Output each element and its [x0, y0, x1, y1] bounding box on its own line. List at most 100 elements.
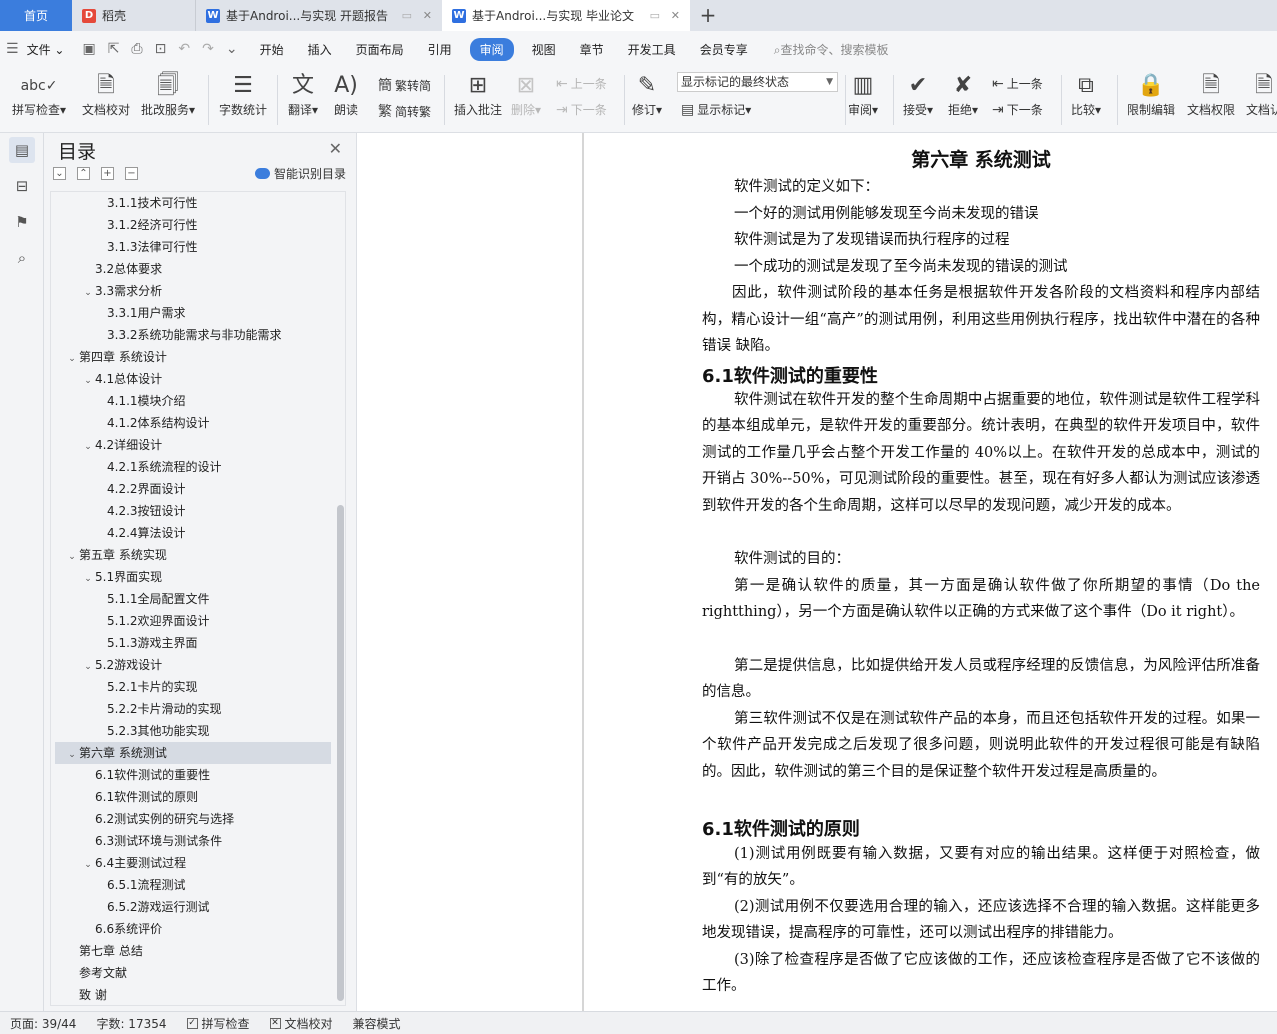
toc-item[interactable]: ⌄ 4.2详细设计	[55, 434, 331, 456]
toc-item[interactable]: ⌄ 3.3需求分析	[55, 280, 331, 302]
toc-item[interactable]: 5.2.3其他功能实现	[55, 720, 331, 742]
menu-layout[interactable]: 页面布局	[344, 41, 416, 58]
bookmark-icon[interactable]: ⚑	[9, 209, 35, 235]
toc-item[interactable]: 4.1.1模块介绍	[55, 390, 331, 412]
toc-item[interactable]: 第七章 总结	[55, 940, 331, 962]
document-cert-button[interactable]: 🗎 文档认	[1246, 71, 1277, 118]
close-icon[interactable]: ✕	[423, 9, 432, 22]
word-count-button[interactable]: ☰ 字数统计	[219, 71, 267, 118]
toc-item[interactable]: ⌄ 第五章 系统实现	[55, 544, 331, 566]
delete-comment-button[interactable]: ⊠ 删除▾	[511, 71, 541, 118]
menu-member[interactable]: 会员专享	[688, 41, 760, 58]
reject-button[interactable]: ✘ 拒绝▾	[948, 71, 978, 118]
menu-insert[interactable]: 插入	[296, 41, 344, 58]
chevron-down-icon[interactable]: ⌄	[65, 546, 79, 568]
toc-item[interactable]: ⌄ 6.4主要测试过程	[55, 852, 331, 874]
prev-change-button[interactable]: ⇤ 上一条	[992, 75, 1043, 92]
accept-button[interactable]: ✔ 接受▾	[903, 71, 933, 118]
menu-view[interactable]: 视图	[520, 41, 568, 58]
proofread-toggle[interactable]: ✕ 文档校对	[260, 1015, 343, 1032]
undo-icon[interactable]: ↶	[172, 41, 196, 57]
translate-button[interactable]: 文翻译▾	[288, 71, 318, 118]
toc-item[interactable]: 4.2.3按钮设计	[55, 500, 331, 522]
markup-state-select[interactable]: 显示标记的最终状态 ▼	[677, 72, 838, 92]
toc-panel-icon[interactable]: ▤	[9, 137, 35, 163]
tab-window-icon[interactable]: ▭	[650, 9, 660, 22]
menu-chapter[interactable]: 章节	[568, 41, 616, 58]
toc-item[interactable]: ⌄ 4.1总体设计	[55, 368, 331, 390]
tab-window-icon[interactable]: ▭	[402, 9, 412, 22]
toc-item[interactable]: 6.1软件测试的重要性	[55, 764, 331, 786]
hamburger-icon[interactable]: ☰	[0, 41, 25, 57]
proofread-button[interactable]: 🗎 文档校对	[82, 71, 130, 118]
tab-docer[interactable]: D 稻壳	[72, 0, 196, 31]
save-icon[interactable]: ▣	[76, 41, 101, 57]
restrict-editing-button[interactable]: 🔒 限制编辑	[1127, 71, 1175, 118]
tab-thesis[interactable]: W 基于Androi...与实现 毕业论文 ▭ ✕	[442, 0, 690, 31]
toc-scrollbar[interactable]	[337, 505, 344, 1001]
redo-icon[interactable]: ↷	[196, 41, 220, 57]
toc-item[interactable]: 参考文献	[55, 962, 331, 984]
toc-item[interactable]: 4.2.2界面设计	[55, 478, 331, 500]
menu-developer[interactable]: 开发工具	[616, 41, 688, 58]
toc-item[interactable]: 3.1.3法律可行性	[55, 236, 331, 258]
expand-up-icon[interactable]: ⌃	[77, 167, 90, 180]
chevron-down-icon[interactable]: ⌄	[65, 744, 79, 766]
menu-home[interactable]: 开始	[248, 41, 296, 58]
collapse-all-icon[interactable]: ⌄	[53, 167, 66, 180]
tab-home[interactable]: 首页	[0, 0, 72, 31]
toc-item[interactable]: 5.1.1全局配置文件	[55, 588, 331, 610]
toc-item[interactable]: ⌄ 5.1界面实现	[55, 566, 331, 588]
toc-item[interactable]: 4.2.1系统流程的设计	[55, 456, 331, 478]
toc-item[interactable]: 5.1.3游戏主界面	[55, 632, 331, 654]
word-count[interactable]: 字数: 17354	[86, 1015, 176, 1032]
batch-service-button[interactable]: 🗐 批改服务▾	[141, 71, 195, 118]
chevron-down-icon[interactable]: ⌄	[81, 370, 95, 392]
toc-item[interactable]: 3.3.2系统功能需求与非功能需求	[55, 324, 331, 346]
page-indicator[interactable]: 页面: 39/44	[0, 1015, 86, 1032]
tab-proposal[interactable]: W 基于Androi...与实现 开题报告 ▭ ✕	[196, 0, 442, 31]
chapter-nav-icon[interactable]: ⊟	[9, 173, 35, 199]
toc-item[interactable]: 5.1.2欢迎界面设计	[55, 610, 331, 632]
more-icon[interactable]: ⌄	[220, 41, 244, 57]
new-tab-button[interactable]: +	[690, 0, 726, 31]
spell-check-button[interactable]: abc✓ 拼写检查▾	[12, 71, 66, 118]
toc-item[interactable]: 5.2.1卡片的实现	[55, 676, 331, 698]
toc-item[interactable]: ⌄ 第四章 系统设计	[55, 346, 331, 368]
chevron-down-icon[interactable]: ⌄	[81, 282, 95, 304]
search-icon[interactable]: ⌕	[9, 245, 35, 271]
simp-to-trad-button[interactable]: 繁简转繁	[378, 101, 431, 121]
toc-item[interactable]: 4.2.4算法设计	[55, 522, 331, 544]
document-permission-button[interactable]: 🗎 文档权限	[1187, 71, 1235, 118]
toc-item[interactable]: 4.1.2体系结构设计	[55, 412, 331, 434]
chevron-down-icon[interactable]: ⌄	[81, 854, 95, 876]
remove-heading-icon[interactable]: −	[125, 167, 138, 180]
toc-item[interactable]: 3.3.1用户需求	[55, 302, 331, 324]
toc-item[interactable]: 6.3测试环境与测试条件	[55, 830, 331, 852]
insert-comment-button[interactable]: ⊞ 插入批注	[454, 71, 502, 118]
smart-toc-button[interactable]: 智能识别目录	[254, 165, 346, 182]
next-comment-button[interactable]: ⇥ 下一条	[556, 101, 607, 118]
print-icon[interactable]: ⎙	[125, 41, 148, 57]
chevron-down-icon[interactable]: ⌄	[81, 656, 95, 678]
prev-comment-button[interactable]: ⇤ 上一条	[556, 75, 607, 92]
toc-item[interactable]: 6.6系统评价	[55, 918, 331, 940]
document-page[interactable]: 第六章 系统测试 软件测试的定义如下： 一个好的测试用例能够发现至今尚未发现的错…	[584, 133, 1277, 1011]
toc-item[interactable]: ⌄ 第六章 系统测试	[55, 742, 331, 764]
toc-item[interactable]: 6.2测试实例的研究与选择	[55, 808, 331, 830]
add-heading-icon[interactable]: +	[101, 167, 114, 180]
review-pane-button[interactable]: ▥ 审阅▾	[848, 71, 878, 118]
track-changes-button[interactable]: ✎ 修订▾	[632, 71, 662, 118]
toc-item[interactable]: 6.5.2游戏运行测试	[55, 896, 331, 918]
read-aloud-button[interactable]: A) 朗读	[334, 71, 358, 118]
chevron-down-icon[interactable]: ⌄	[65, 348, 79, 370]
toc-item[interactable]: 3.2总体要求	[55, 258, 331, 280]
menu-references[interactable]: 引用	[416, 41, 464, 58]
toc-item[interactable]: 6.5.1流程测试	[55, 874, 331, 896]
file-menu[interactable]: 文件 ⌄	[25, 41, 77, 58]
command-search[interactable]: ⌕查找命令、搜索模板	[760, 41, 889, 58]
spell-check-toggle[interactable]: ✓ 拼写检查	[177, 1015, 260, 1032]
menu-review[interactable]: 审阅	[469, 37, 514, 61]
export-icon[interactable]: ⇱	[102, 41, 126, 57]
toc-item[interactable]: 5.2.2卡片滑动的实现	[55, 698, 331, 720]
